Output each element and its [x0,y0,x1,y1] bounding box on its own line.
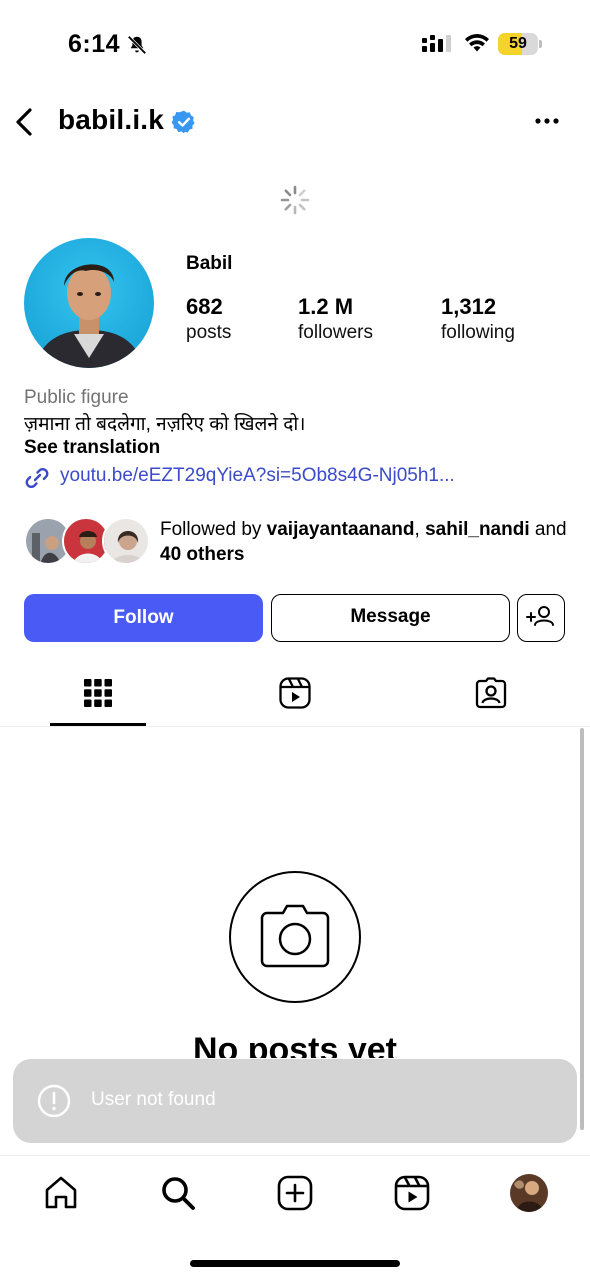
add-person-icon [526,606,555,627]
following-label: following [441,322,515,343]
back-button[interactable] [10,104,40,140]
mutual-avatar-3 [102,517,150,565]
followed-by-prefix: Followed by [160,519,267,540]
bell-slash-icon [127,35,147,55]
more-options-button[interactable] [530,106,564,136]
battery-body: 59 [498,33,538,55]
empty-state-title: No posts yet [192,1031,398,1058]
follow-button[interactable]: Follow [24,594,263,642]
header-username: babil.i.k [58,104,165,135]
bottom-navigation [0,1155,590,1235]
status-time: 6:14 [68,30,121,58]
mutual-user-1: vaijayantaanand [266,519,415,540]
empty-state-icon-circle [229,871,361,1003]
posts-stat: 682 posts [186,294,231,346]
search-icon[interactable] [159,1174,197,1212]
following-count: 1,312 [441,294,497,319]
mutual-others-count: 40 others [160,544,245,565]
tagged-icon [475,677,507,709]
followers-stat[interactable]: 1.2 M followers [298,294,373,346]
profile-category: Public figure [24,387,129,408]
profile-link[interactable]: youtu.be/eEZT29qYieA?si=5Ob8s4G-Nj05h1..… [60,465,455,487]
followers-count: 1.2 M [298,294,354,319]
message-button[interactable]: Message [271,594,510,642]
status-bar: 6:14 59 [0,0,590,90]
loading-spinner-icon [280,185,310,215]
profile-tab-avatar[interactable] [510,1174,548,1212]
reels-nav-icon[interactable] [393,1174,431,1212]
camera-icon [260,904,330,968]
profile-avatar[interactable] [24,238,154,368]
scrollbar[interactable] [580,728,584,1130]
see-translation-link[interactable]: See translation [24,437,160,459]
following-stat[interactable]: 1,312 following [441,294,515,346]
home-icon[interactable] [42,1174,80,1212]
verified-badge-icon [171,110,195,134]
toast-message: User not found [91,1089,216,1110]
tab-reels[interactable] [247,664,343,726]
posts-label: posts [186,322,232,343]
mutual-follower-avatars[interactable] [24,517,154,567]
tab-posts[interactable] [50,664,146,726]
signal-icon [422,35,451,52]
tab-tagged[interactable] [443,664,539,726]
wifi-icon [465,34,489,52]
followers-label: followers [298,322,373,343]
battery-level: 59 [509,35,527,52]
alert-circle-icon [37,1084,71,1118]
posts-count: 682 [186,294,223,319]
display-name: Babil [186,253,233,274]
followed-by-separator: , [414,519,426,540]
mutual-user-2: sahil_nandi [425,519,530,540]
profile-header: babil.i.k [0,92,590,152]
profile-bio: ज़माना तो बदलेगा, नज़रिए को खिलने दो। [24,414,306,435]
followed-by-and: and [529,519,567,540]
avatar-thumbnail [510,1174,548,1212]
error-toast: User not found [13,1059,577,1143]
home-indicator [190,1260,400,1267]
reels-icon [279,677,311,709]
avatar-image [24,238,154,368]
profile-tabs [0,664,590,727]
followed-by-text[interactable]: Followed by vaijayantaanand, sahil_nandi… [160,517,570,567]
suggested-users-button[interactable] [517,594,565,642]
plus-square-icon[interactable] [276,1174,314,1212]
grid-icon [84,679,112,707]
battery-tip [539,40,542,48]
battery-icon: 59 [498,33,542,55]
link-icon [25,467,49,489]
